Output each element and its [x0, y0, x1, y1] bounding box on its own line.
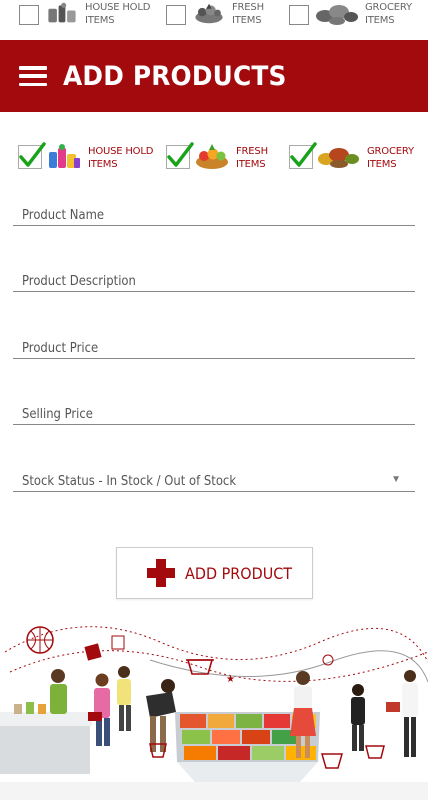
top-category-grocery-line2: ITEMS: [365, 15, 395, 26]
checkbox-fresh-top[interactable]: [166, 5, 186, 25]
top-category-fresh-line2: ITEMS: [232, 15, 262, 26]
product-name-placeholder: Product Name: [22, 207, 105, 223]
top-category-grocery[interactable]: GROCERY ITEMS: [289, 0, 412, 27]
checkbox-household-top[interactable]: [19, 5, 39, 25]
check-icon: [167, 142, 194, 167]
category-grocery[interactable]: GROCERY ITEMS: [289, 142, 414, 171]
top-category-strip: HOUSE HOLD ITEMS FRESH ITEMS GROCERY ITE…: [0, 0, 428, 40]
grocery-items-icon: [316, 5, 358, 25]
supermarket-illustration: ★: [0, 626, 428, 800]
page-title: ADD PRODUCTS: [63, 60, 287, 92]
checkbox-fresh[interactable]: [166, 142, 194, 169]
top-category-grocery-line1: GROCERY: [365, 2, 412, 13]
product-price-field[interactable]: Product Price: [13, 329, 415, 359]
add-product-button[interactable]: ADD PRODUCT: [116, 547, 313, 599]
stock-status-value: Stock Status - In Stock / Out of Stock: [22, 473, 237, 489]
checkbox-grocery-top[interactable]: [289, 5, 309, 25]
category-household-line2: ITEMS: [88, 159, 118, 170]
product-description-field[interactable]: Product Description: [13, 262, 415, 292]
grocery-items-icon: [318, 148, 359, 168]
dropdown-arrow-icon: ▼: [391, 474, 401, 485]
app-header: ADD PRODUCTS: [0, 40, 428, 112]
top-category-fresh-line1: FRESH: [232, 2, 264, 13]
product-description-placeholder: Product Description: [22, 273, 136, 289]
category-household[interactable]: HOUSE HOLD ITEMS: [18, 142, 153, 171]
checkbox-household[interactable]: [18, 142, 46, 169]
category-household-line1: HOUSE HOLD: [88, 146, 154, 157]
checkbox-grocery[interactable]: [289, 142, 317, 169]
top-category-household-line1: HOUSE HOLD: [85, 2, 151, 13]
household-items-icon: [49, 144, 80, 168]
hamburger-menu-icon[interactable]: [19, 66, 47, 86]
category-fresh[interactable]: FRESH ITEMS: [166, 142, 268, 171]
selling-price-placeholder: Selling Price: [22, 406, 93, 422]
stock-status-select[interactable]: Stock Status - In Stock / Out of Stock ▼: [13, 462, 415, 492]
check-icon: [19, 142, 46, 167]
top-category-fresh[interactable]: FRESH ITEMS: [166, 0, 264, 27]
product-name-field[interactable]: Product Name: [13, 196, 415, 226]
check-icon: [290, 142, 317, 167]
selling-price-field[interactable]: Selling Price: [13, 395, 415, 425]
category-grocery-line2: ITEMS: [367, 159, 397, 170]
category-grocery-line1: GROCERY: [367, 146, 414, 157]
fresh-items-icon: [195, 3, 223, 24]
top-category-household[interactable]: HOUSE HOLD ITEMS: [19, 0, 150, 27]
category-fresh-line1: FRESH: [236, 146, 268, 157]
household-items-icon: [48, 2, 76, 23]
red-cross-plus-icon: [147, 559, 175, 587]
fresh-items-icon: [196, 144, 228, 169]
product-price-placeholder: Product Price: [22, 340, 99, 356]
top-category-household-line2: ITEMS: [85, 15, 115, 26]
add-product-label: ADD PRODUCT: [185, 563, 293, 583]
category-fresh-line2: ITEMS: [236, 159, 266, 170]
svg-text:★: ★: [226, 674, 235, 685]
